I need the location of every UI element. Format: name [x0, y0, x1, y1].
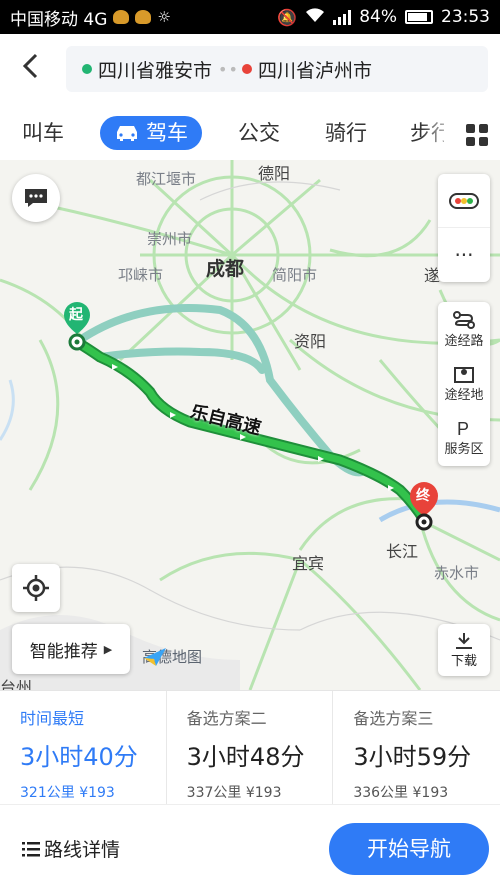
grid-menu-icon[interactable]: [466, 124, 488, 146]
list-icon: [22, 841, 40, 856]
route-toll: ¥193: [245, 785, 282, 801]
map-label-chishui: 赤水市: [434, 564, 480, 582]
route-detail-button[interactable]: 路线详情: [22, 835, 120, 862]
end-label: 终: [416, 488, 430, 504]
waypoint-place-button[interactable]: 途经地: [438, 356, 490, 410]
chat-bubble-icon: [25, 189, 47, 207]
signal-icon: [333, 9, 352, 25]
locate-icon: [23, 575, 49, 601]
route-meta: 336公里 ¥193: [353, 782, 500, 802]
route-time: 3小时48分: [186, 743, 305, 771]
weather-icon: ☼: [157, 8, 171, 26]
amap-logo-icon: [144, 648, 166, 666]
origin-text[interactable]: 四川省雅安市: [98, 56, 212, 83]
route-toll: ¥193: [412, 785, 449, 801]
map-label-chengdu: 成都: [206, 258, 245, 280]
carrier-label: 中国移动 4G: [10, 9, 108, 30]
transport-tabs: 叫车 驾车 公交 骑行 步行: [0, 104, 500, 160]
map-label-deyang: 德阳: [258, 164, 291, 183]
parking-icon: P: [457, 419, 469, 438]
map-label-ziyang: 资阳: [294, 332, 327, 351]
smart-recommend-label: 智能推荐: [29, 641, 98, 662]
route-endpoints[interactable]: 四川省雅安市 • • 四川省泸州市: [66, 46, 488, 92]
start-navigation-button[interactable]: 开始导航: [329, 823, 489, 875]
smart-recommend-button[interactable]: 智能推荐 ▶: [12, 624, 130, 674]
start-label: 起: [69, 307, 83, 323]
route-meta: 337公里 ¥193: [187, 782, 333, 802]
download-icon: [456, 632, 472, 649]
triangle-right-icon: ▶: [103, 642, 113, 656]
svg-text:P: P: [457, 419, 469, 438]
route-option-2[interactable]: 备选方案二 3小时48分 337公里 ¥193: [167, 691, 334, 805]
route-label: 时间最短: [20, 709, 85, 728]
map-pin-icon: [454, 366, 474, 383]
message-button[interactable]: [12, 174, 60, 222]
map-layer-controls: ···: [438, 174, 490, 282]
route-option-3[interactable]: 备选方案三 3小时59分 336公里 ¥193: [333, 691, 500, 805]
route-tools: 途经路 途经地 P 服务区: [438, 302, 490, 466]
route-waypoint-icon: [453, 310, 475, 329]
waypoint-route-label: 途经路: [444, 333, 484, 349]
map-label-yibin: 宜宾: [292, 554, 325, 573]
status-bar: 中国移动 4G ☼ 🔕 84% 23:53: [0, 0, 500, 34]
download-label: 下载: [450, 653, 477, 669]
mute-icon: 🔕: [277, 7, 298, 27]
route-distance: 337公里: [186, 785, 242, 801]
tab-fade: [420, 112, 460, 156]
map-label-chongzhou: 崇州市: [147, 230, 193, 248]
map-label-changjiang: 长江: [386, 542, 419, 561]
route-distance: 336公里: [353, 785, 409, 801]
battery-icon: [405, 10, 433, 24]
traffic-light-icon: [449, 192, 479, 209]
map-label-taizhou: 台州: [0, 678, 33, 690]
map-view[interactable]: 都江堰市 德阳 崇州市 成都 邛崃市 简阳市 资阳 遂 乐自高速 宜宾 长江 赤…: [0, 160, 500, 690]
car-icon: [117, 126, 137, 141]
locate-button[interactable]: [12, 564, 60, 612]
route-time: 3小时59分: [353, 743, 472, 771]
destination-text[interactable]: 四川省泸州市: [258, 56, 372, 83]
clock: 23:53: [441, 7, 490, 27]
traffic-toggle[interactable]: [438, 174, 490, 228]
tab-bike[interactable]: 骑行: [325, 116, 367, 150]
more-icon: ···: [454, 243, 474, 267]
more-button[interactable]: ···: [438, 228, 490, 282]
route-options: 时间最短 3小时40分 321公里 ¥193 备选方案二 3小时48分 337公…: [0, 690, 500, 805]
tab-drive[interactable]: 驾车: [100, 116, 202, 150]
tab-drive-label: 驾车: [146, 121, 188, 145]
end-pin[interactable]: 终: [408, 480, 440, 534]
route-distance: 321公里: [20, 785, 75, 801]
battery-percent: 84%: [359, 7, 397, 27]
map-label-jianyang: 简阳市: [272, 266, 318, 284]
amap-logo: 高德地图: [142, 646, 202, 667]
map-label-dujiangyan: 都江堰市: [136, 170, 197, 188]
destination-dot-icon: [241, 64, 252, 74]
squirrel-icon: [113, 10, 130, 24]
waypoint-route-button[interactable]: 途经路: [438, 302, 490, 356]
route-detail-label: 路线详情: [44, 839, 121, 861]
route-meta: 321公里 ¥193: [20, 782, 166, 802]
waypoint-place-label: 途经地: [444, 387, 484, 403]
route-toll: ¥193: [79, 785, 115, 801]
chevron-left-icon: [22, 53, 38, 79]
start-pin[interactable]: 起: [62, 300, 92, 352]
route-label: 备选方案三: [353, 709, 434, 728]
download-button[interactable]: 下载: [438, 624, 490, 676]
service-area-button[interactable]: P 服务区: [438, 410, 490, 464]
connector-dots-icon: • •: [218, 59, 238, 79]
back-button[interactable]: [16, 52, 46, 86]
tab-bus[interactable]: 公交: [238, 116, 280, 150]
bottom-bar: 路线详情 开始导航: [0, 804, 500, 889]
squirrel-icon: [135, 10, 152, 24]
origin-dot-icon: [82, 64, 92, 74]
map-label-qionglai: 邛崃市: [118, 266, 164, 284]
route-header: 四川省雅安市 • • 四川省泸州市: [0, 34, 500, 104]
service-area-label: 服务区: [444, 441, 484, 457]
route-label: 备选方案二: [186, 709, 267, 728]
tab-taxi[interactable]: 叫车: [22, 116, 64, 150]
wifi-icon: [305, 7, 325, 28]
route-option-1[interactable]: 时间最短 3小时40分 321公里 ¥193: [0, 691, 167, 805]
route-time: 3小时40分: [20, 743, 138, 771]
